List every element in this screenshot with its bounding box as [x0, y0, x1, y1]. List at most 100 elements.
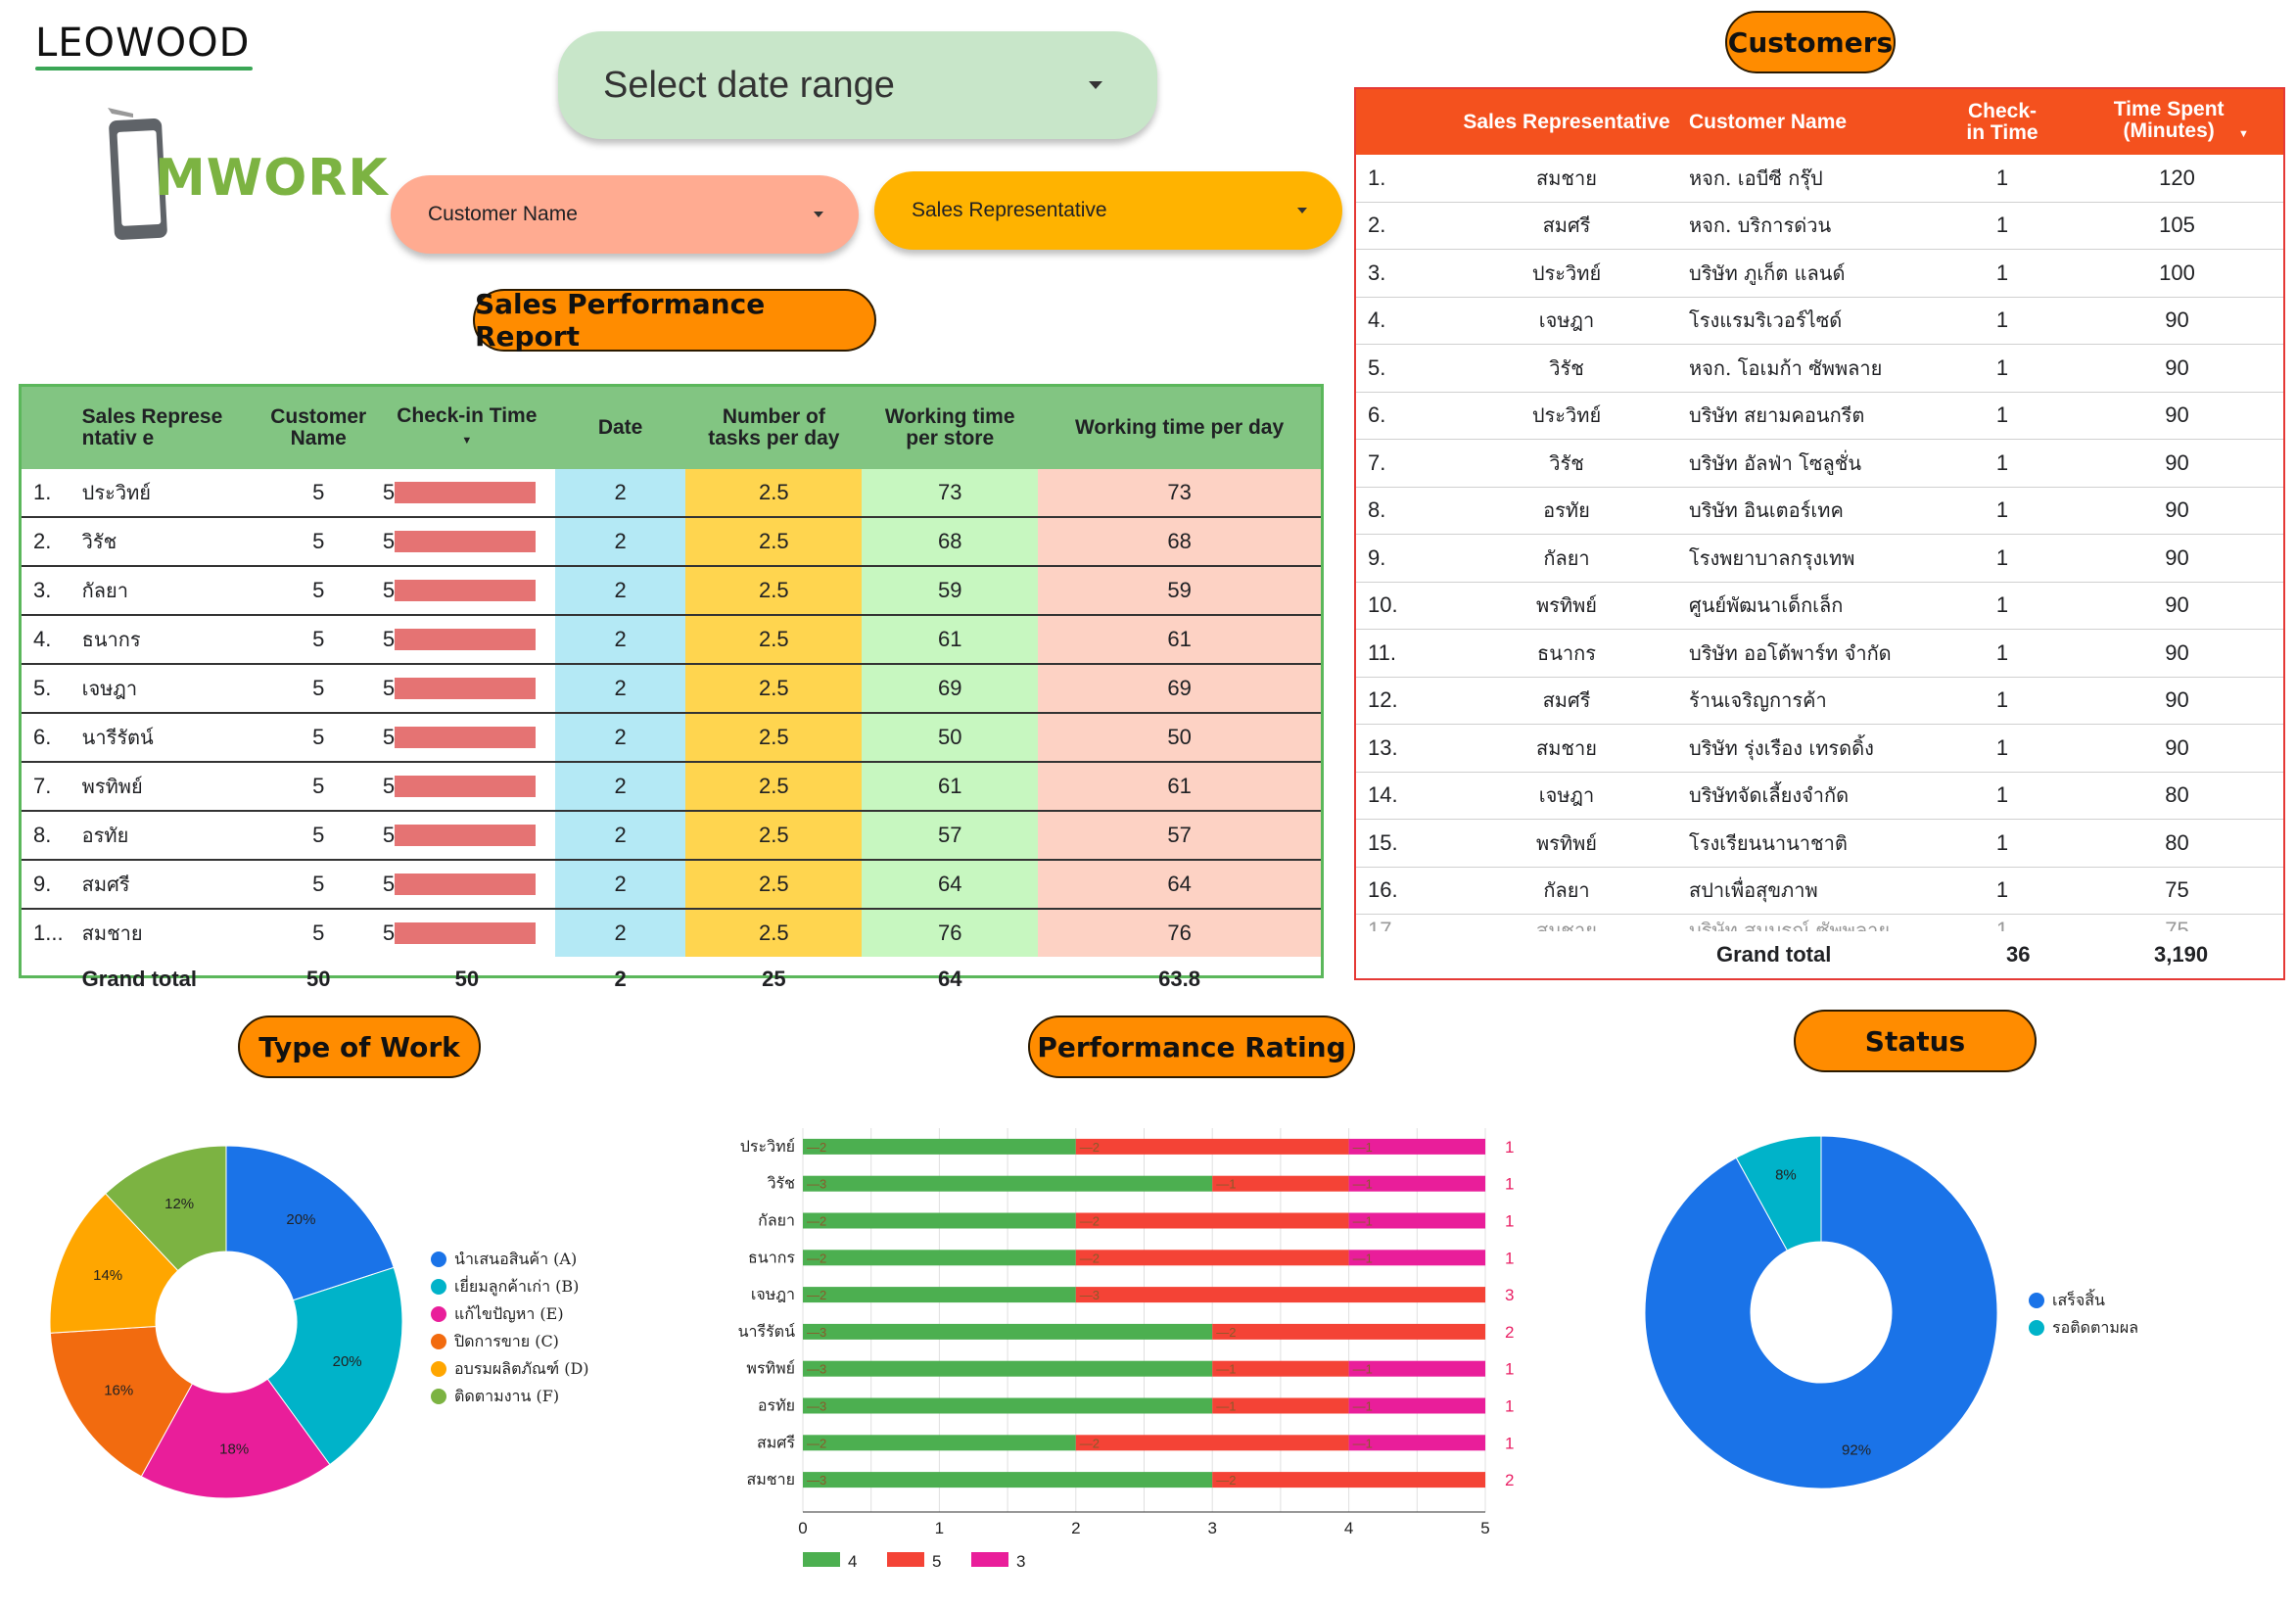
cust-header-time-spent[interactable]: Time Spent (Minutes) ▼: [2071, 89, 2283, 155]
table-row[interactable]: 14. เจษฎา บริษัทจัดเลี้ยงจำกัด 1 80: [1356, 772, 2283, 820]
total-tasks: 25: [762, 966, 786, 991]
bar-end-label: 1: [1505, 1434, 1514, 1452]
table-row[interactable]: 16. กัลยา สปาเพื่อสุขภาพ 1 75: [1356, 867, 2283, 915]
segment-value-label: —3: [807, 1325, 826, 1340]
segment-value-label: —2: [807, 1251, 826, 1265]
date-count: 2: [554, 566, 686, 616]
bar-segment[interactable]: [803, 1212, 1076, 1229]
bar-segment[interactable]: [803, 1323, 1213, 1340]
time-per-store: 61: [862, 762, 1039, 812]
header-date[interactable]: Date: [554, 387, 686, 469]
bar-segment[interactable]: [803, 1287, 1076, 1303]
row-index: 3.: [1356, 249, 1444, 298]
table-row[interactable]: 9. สมศรี 5 5 2 2.5 64 64: [22, 860, 1321, 910]
table-row[interactable]: 15. พรทิพย์ โรงเรียนนานาชาติ 1 80: [1356, 819, 2283, 868]
segment-value-label: —2: [1080, 1251, 1100, 1265]
header-customer-name[interactable]: Customer Name: [258, 387, 379, 469]
table-row[interactable]: 9. กัลยา โรงพยาบาลกรุงเทพ 1 90: [1356, 534, 2283, 583]
category-label: อรทัย: [758, 1396, 795, 1415]
checkin-count: 1: [1934, 629, 2071, 678]
table-row[interactable]: 7. วิรัช บริษัท อัลฟ่า โซลูชั่น 1 90: [1356, 439, 2283, 488]
date-range-select[interactable]: Select date range: [558, 31, 1157, 139]
time-per-day: 68: [1038, 517, 1321, 567]
table-row[interactable]: 3. กัลยา 5 5 2 2.5 59 59: [22, 566, 1321, 616]
checkin-count: 1: [1934, 772, 2071, 820]
bar-segment[interactable]: [803, 1397, 1213, 1414]
cust-header-checkin[interactable]: Check- in Time: [1934, 89, 2071, 155]
customer-name-filter[interactable]: Customer Name: [391, 175, 859, 254]
slice-label: 12%: [164, 1196, 194, 1212]
checkin-bar: [394, 531, 536, 552]
table-row[interactable]: 2. วิรัช 5 5 2 2.5 68 68: [22, 517, 1321, 567]
header-checkin-time[interactable]: Check-in Time ▼: [378, 387, 555, 469]
total-per-store: 64: [937, 966, 962, 991]
checkin-count: 1: [1934, 534, 2071, 583]
customer-count: 5: [312, 921, 325, 945]
bar-segment[interactable]: [1075, 1287, 1485, 1303]
date-count: 2: [554, 469, 686, 518]
total-checkin: 50: [454, 966, 480, 991]
bar-segment[interactable]: [1075, 1212, 1349, 1229]
bar-end-label: 1: [1505, 1249, 1514, 1267]
table-row[interactable]: 8. อรทัย บริษัท อินเตอร์เทค 1 90: [1356, 487, 2283, 535]
bar-segment[interactable]: [1075, 1250, 1349, 1266]
table-row[interactable]: 4. ธนากร 5 5 2 2.5 61 61: [22, 615, 1321, 665]
bar-segment[interactable]: [803, 1360, 1213, 1377]
table-row[interactable]: 8. อรทัย 5 5 2 2.5 57 57: [22, 811, 1321, 861]
slice-label: 20%: [333, 1353, 362, 1370]
row-index: 2.: [1356, 202, 1444, 250]
segment-value-label: —3: [807, 1473, 826, 1488]
customer-name: บริษัท ออโต้พาร์ท จำกัด: [1689, 629, 1934, 678]
table-row[interactable]: 3. ประวิทย์ บริษัท ภูเก็ต แลนด์ 1 100: [1356, 249, 2283, 298]
bar-segment[interactable]: [803, 1138, 1076, 1155]
sales-rep-name: กัลยา: [81, 566, 258, 616]
checkin-bar-cell: 5: [378, 566, 555, 616]
table-row[interactable]: 11. ธนากร บริษัท ออโต้พาร์ท จำกัด 1 90: [1356, 629, 2283, 678]
sales-rep-name: เจษฎา: [1444, 297, 1689, 345]
checkin-bar-cell: 5: [378, 664, 555, 714]
bar-segment[interactable]: [803, 1472, 1213, 1488]
legend-label: 5: [932, 1552, 941, 1567]
header-sales-rep[interactable]: Sales Representativ e: [81, 387, 258, 469]
header-tasks-per-day[interactable]: Number of tasks per day: [685, 387, 863, 469]
checkin-count: 5: [382, 774, 396, 798]
checkin-count: 5: [382, 529, 396, 553]
table-row[interactable]: 6. นารีรัตน์ 5 5 2 2.5 50 50: [22, 713, 1321, 763]
segment-value-label: —3: [807, 1362, 826, 1377]
bar-segment[interactable]: [1212, 1472, 1485, 1488]
header-time-per-day[interactable]: Working time per day: [1038, 387, 1321, 469]
bar-segment[interactable]: [803, 1435, 1076, 1451]
time-spent: 100: [2071, 249, 2283, 298]
table-row[interactable]: 1. สมชาย หจก. เอบีซี กรุ๊ป 1 120: [1356, 155, 2283, 203]
table-row[interactable]: 1. ประวิทย์ 5 5 2 2.5 73 73: [22, 469, 1321, 518]
bar-segment[interactable]: [1075, 1435, 1349, 1451]
table-row[interactable]: 12. สมศรี ร้านเจริญการค้า 1 90: [1356, 677, 2283, 725]
time-spent: 80: [2071, 819, 2283, 868]
date-count: 2: [554, 615, 686, 665]
table-row[interactable]: 5. วิรัช หจก. โอเมก้า ซัพพลาย 1 90: [1356, 344, 2283, 393]
table-row[interactable]: 7. พรทิพย์ 5 5 2 2.5 61 61: [22, 762, 1321, 812]
customer-count: 5: [258, 664, 379, 714]
bar-segment[interactable]: [1212, 1323, 1485, 1340]
row-index: 7.: [1356, 439, 1444, 488]
time-per-store: 76: [862, 909, 1039, 957]
bar-segment[interactable]: [803, 1175, 1213, 1192]
table-row[interactable]: 6. ประวิทย์ บริษัท สยามคอนกรีต 1 90: [1356, 392, 2283, 440]
cust-header-sales-rep[interactable]: Sales Representative: [1444, 89, 1689, 155]
segment-value-label: —1: [1216, 1362, 1236, 1377]
table-row[interactable]: 1... สมชาย 5 5 2 2.5 76 76: [22, 909, 1321, 957]
customer-name: หจก. เอบีซี กรุ๊ป: [1689, 155, 1934, 203]
table-row[interactable]: 13. สมชาย บริษัท รุ่งเรือง เทรดดิ้ง 1 90: [1356, 724, 2283, 773]
header-time-per-store[interactable]: Working time per store: [862, 387, 1039, 469]
row-index: 14.: [1356, 772, 1444, 820]
table-row[interactable]: 5. เจษฎา 5 5 2 2.5 69 69: [22, 664, 1321, 714]
customer-count: 5: [258, 566, 379, 616]
cust-header-customer-name[interactable]: Customer Name: [1689, 89, 1934, 155]
table-row[interactable]: 2. สมศรี หจก. บริการด่วน 1 105: [1356, 202, 2283, 250]
bar-segment[interactable]: [1075, 1138, 1349, 1155]
checkin-count: 5: [382, 725, 396, 749]
bar-segment[interactable]: [803, 1250, 1076, 1266]
table-row[interactable]: 10. พรทิพย์ ศูนย์พัฒนาเด็กเล็ก 1 90: [1356, 582, 2283, 630]
table-row[interactable]: 4. เจษฎา โรงแรมริเวอร์ไซด์ 1 90: [1356, 297, 2283, 345]
sales-rep-filter[interactable]: Sales Representative: [874, 171, 1342, 250]
